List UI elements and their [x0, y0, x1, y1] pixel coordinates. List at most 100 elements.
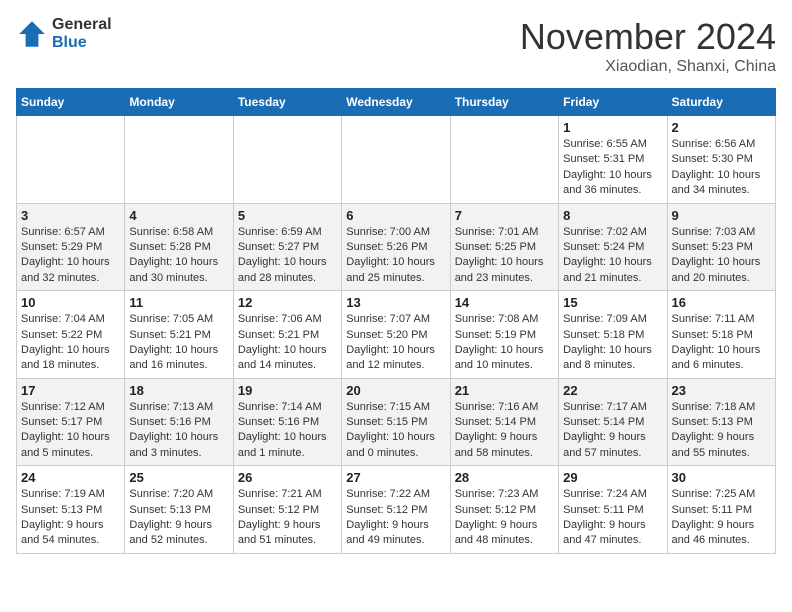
week-row-4: 17 Sunrise: 7:12 AM Sunset: 5:17 PM Dayli… — [17, 378, 776, 466]
calendar-cell: 16 Sunrise: 7:11 AM Sunset: 5:18 PM Dayli… — [667, 291, 775, 379]
calendar-cell: 12 Sunrise: 7:06 AM Sunset: 5:21 PM Dayli… — [233, 291, 341, 379]
calendar-cell: 4 Sunrise: 6:58 AM Sunset: 5:28 PM Daylig… — [125, 203, 233, 291]
day-info: Sunrise: 7:17 AM Sunset: 5:14 PM Dayligh… — [563, 400, 662, 462]
day-info: Sunrise: 7:23 AM Sunset: 5:12 PM Dayligh… — [455, 487, 554, 549]
day-header-friday: Friday — [559, 89, 667, 116]
day-info: Sunrise: 7:05 AM Sunset: 5:21 PM Dayligh… — [129, 312, 228, 374]
day-number: 17 — [21, 383, 120, 398]
day-number: 26 — [238, 470, 337, 485]
day-info: Sunrise: 7:03 AM Sunset: 5:23 PM Dayligh… — [672, 225, 771, 287]
day-info: Sunrise: 7:14 AM Sunset: 5:16 PM Dayligh… — [238, 400, 337, 462]
day-info: Sunrise: 7:11 AM Sunset: 5:18 PM Dayligh… — [672, 312, 771, 374]
day-number: 9 — [672, 208, 771, 223]
logo-blue-text: Blue — [52, 34, 112, 52]
day-info: Sunrise: 7:19 AM Sunset: 5:13 PM Dayligh… — [21, 487, 120, 549]
day-number: 8 — [563, 208, 662, 223]
calendar-cell: 18 Sunrise: 7:13 AM Sunset: 5:16 PM Dayli… — [125, 378, 233, 466]
day-header-wednesday: Wednesday — [342, 89, 450, 116]
day-info: Sunrise: 6:55 AM Sunset: 5:31 PM Dayligh… — [563, 137, 662, 199]
logo-general: General — [52, 16, 112, 34]
day-info: Sunrise: 7:12 AM Sunset: 5:17 PM Dayligh… — [21, 400, 120, 462]
day-number: 4 — [129, 208, 228, 223]
calendar-cell: 8 Sunrise: 7:02 AM Sunset: 5:24 PM Daylig… — [559, 203, 667, 291]
day-info: Sunrise: 7:06 AM Sunset: 5:21 PM Dayligh… — [238, 312, 337, 374]
calendar-cell: 15 Sunrise: 7:09 AM Sunset: 5:18 PM Dayli… — [559, 291, 667, 379]
day-number: 6 — [346, 208, 445, 223]
calendar-cell: 23 Sunrise: 7:18 AM Sunset: 5:13 PM Dayli… — [667, 378, 775, 466]
calendar-table: SundayMondayTuesdayWednesdayThursdayFrid… — [16, 88, 776, 554]
day-number: 29 — [563, 470, 662, 485]
day-number: 11 — [129, 295, 228, 310]
day-info: Sunrise: 7:18 AM Sunset: 5:13 PM Dayligh… — [672, 400, 771, 462]
logo-text: General Blue — [52, 16, 112, 51]
calendar-cell: 17 Sunrise: 7:12 AM Sunset: 5:17 PM Dayli… — [17, 378, 125, 466]
calendar-cell: 1 Sunrise: 6:55 AM Sunset: 5:31 PM Daylig… — [559, 116, 667, 204]
calendar-cell: 7Sunrise: 7:01 AM Sunset: 5:25 PM Daylig… — [450, 203, 558, 291]
day-number: 23 — [672, 383, 771, 398]
day-info: Sunrise: 7:24 AM Sunset: 5:11 PM Dayligh… — [563, 487, 662, 549]
day-info: Sunrise: 7:02 AM Sunset: 5:24 PM Dayligh… — [563, 225, 662, 287]
day-header-thursday: Thursday — [450, 89, 558, 116]
day-info: Sunrise: 6:58 AM Sunset: 5:28 PM Dayligh… — [129, 225, 228, 287]
calendar-cell: 13Sunrise: 7:07 AM Sunset: 5:20 PM Dayli… — [342, 291, 450, 379]
calendar-cell: 25 Sunrise: 7:20 AM Sunset: 5:13 PM Dayli… — [125, 466, 233, 554]
day-number: 12 — [238, 295, 337, 310]
day-number: 30 — [672, 470, 771, 485]
day-info: Sunrise: 6:59 AM Sunset: 5:27 PM Dayligh… — [238, 225, 337, 287]
day-info: Sunrise: 7:21 AM Sunset: 5:12 PM Dayligh… — [238, 487, 337, 549]
day-number: 28 — [455, 470, 554, 485]
day-number: 25 — [129, 470, 228, 485]
logo-icon — [16, 18, 48, 50]
calendar-cell: 9 Sunrise: 7:03 AM Sunset: 5:23 PM Daylig… — [667, 203, 775, 291]
day-number: 18 — [129, 383, 228, 398]
week-row-1: 1 Sunrise: 6:55 AM Sunset: 5:31 PM Daylig… — [17, 116, 776, 204]
month-title: November 2024 — [520, 16, 776, 58]
calendar-cell: 20 Sunrise: 7:15 AM Sunset: 5:15 PM Dayli… — [342, 378, 450, 466]
calendar-body: 1 Sunrise: 6:55 AM Sunset: 5:31 PM Daylig… — [17, 116, 776, 554]
day-info: Sunrise: 7:13 AM Sunset: 5:16 PM Dayligh… — [129, 400, 228, 462]
day-header-tuesday: Tuesday — [233, 89, 341, 116]
calendar-cell — [450, 116, 558, 204]
calendar-cell: 21 Sunrise: 7:16 AM Sunset: 5:14 PM Dayli… — [450, 378, 558, 466]
day-info: Sunrise: 7:20 AM Sunset: 5:13 PM Dayligh… — [129, 487, 228, 549]
day-header-monday: Monday — [125, 89, 233, 116]
day-number: 14 — [455, 295, 554, 310]
day-number: 16 — [672, 295, 771, 310]
day-number: 24 — [21, 470, 120, 485]
calendar-cell: 2Sunrise: 6:56 AM Sunset: 5:30 PM Daylig… — [667, 116, 775, 204]
day-number: 20 — [346, 383, 445, 398]
day-info: Sunrise: 7:16 AM Sunset: 5:14 PM Dayligh… — [455, 400, 554, 462]
day-info: Sunrise: 7:08 AM Sunset: 5:19 PM Dayligh… — [455, 312, 554, 374]
day-info: Sunrise: 7:00 AM Sunset: 5:26 PM Dayligh… — [346, 225, 445, 287]
day-number: 21 — [455, 383, 554, 398]
day-number: 15 — [563, 295, 662, 310]
page-header: General Blue November 2024 Xiaodian, Sha… — [16, 16, 776, 76]
day-number: 3 — [21, 208, 120, 223]
day-header-sunday: Sunday — [17, 89, 125, 116]
logo: General Blue — [16, 16, 112, 51]
day-info: Sunrise: 7:07 AM Sunset: 5:20 PM Dayligh… — [346, 312, 445, 374]
header-row: SundayMondayTuesdayWednesdayThursdayFrid… — [17, 89, 776, 116]
calendar-cell: 30Sunrise: 7:25 AM Sunset: 5:11 PM Dayli… — [667, 466, 775, 554]
calendar-cell: 26 Sunrise: 7:21 AM Sunset: 5:12 PM Dayli… — [233, 466, 341, 554]
day-number: 10 — [21, 295, 120, 310]
day-info: Sunrise: 6:56 AM Sunset: 5:30 PM Dayligh… — [672, 137, 771, 199]
day-header-saturday: Saturday — [667, 89, 775, 116]
week-row-2: 3 Sunrise: 6:57 AM Sunset: 5:29 PM Daylig… — [17, 203, 776, 291]
calendar-cell — [233, 116, 341, 204]
day-info: Sunrise: 7:15 AM Sunset: 5:15 PM Dayligh… — [346, 400, 445, 462]
week-row-5: 24 Sunrise: 7:19 AM Sunset: 5:13 PM Dayli… — [17, 466, 776, 554]
day-number: 27 — [346, 470, 445, 485]
calendar-cell — [125, 116, 233, 204]
week-row-3: 10 Sunrise: 7:04 AM Sunset: 5:22 PM Dayli… — [17, 291, 776, 379]
calendar-cell: 27Sunrise: 7:22 AM Sunset: 5:12 PM Dayli… — [342, 466, 450, 554]
day-number: 19 — [238, 383, 337, 398]
day-number: 1 — [563, 120, 662, 135]
day-info: Sunrise: 6:57 AM Sunset: 5:29 PM Dayligh… — [21, 225, 120, 287]
calendar-cell — [342, 116, 450, 204]
calendar-cell: 10 Sunrise: 7:04 AM Sunset: 5:22 PM Dayli… — [17, 291, 125, 379]
day-info: Sunrise: 7:09 AM Sunset: 5:18 PM Dayligh… — [563, 312, 662, 374]
calendar-cell: 14 Sunrise: 7:08 AM Sunset: 5:19 PM Dayli… — [450, 291, 558, 379]
day-info: Sunrise: 7:04 AM Sunset: 5:22 PM Dayligh… — [21, 312, 120, 374]
calendar-cell: 28 Sunrise: 7:23 AM Sunset: 5:12 PM Dayli… — [450, 466, 558, 554]
